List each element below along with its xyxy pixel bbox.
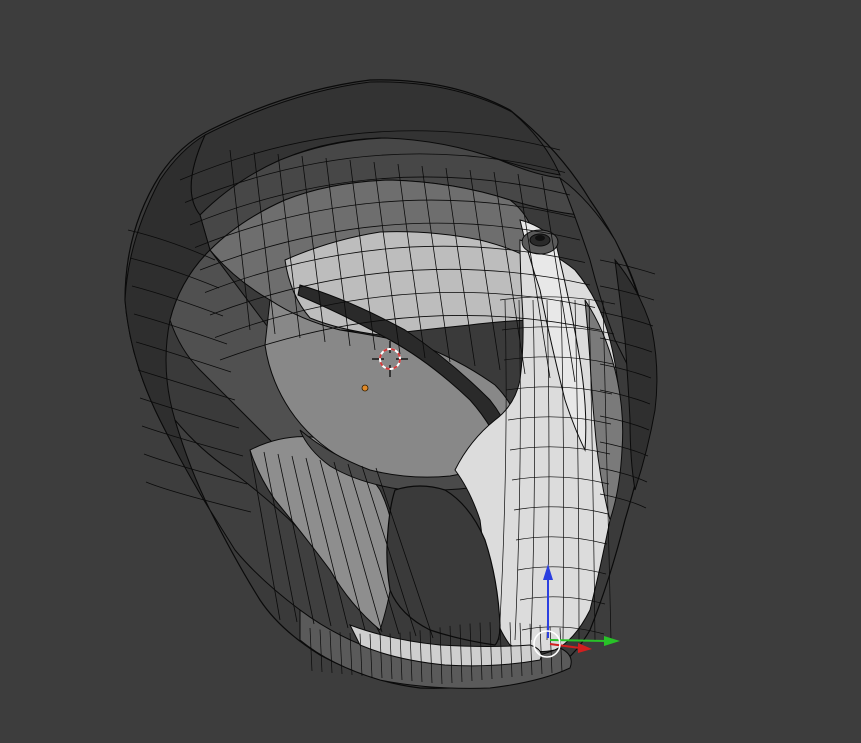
gizmo-y-arrow[interactable] xyxy=(604,636,620,646)
gizmo-x-arrow[interactable] xyxy=(578,643,592,653)
gizmo-y-axis[interactable] xyxy=(549,639,607,642)
object-origin-icon[interactable] xyxy=(361,384,369,392)
viewport-scene[interactable] xyxy=(0,0,861,743)
helmet-mesh[interactable] xyxy=(124,79,658,689)
3d-viewport[interactable] xyxy=(0,0,861,743)
